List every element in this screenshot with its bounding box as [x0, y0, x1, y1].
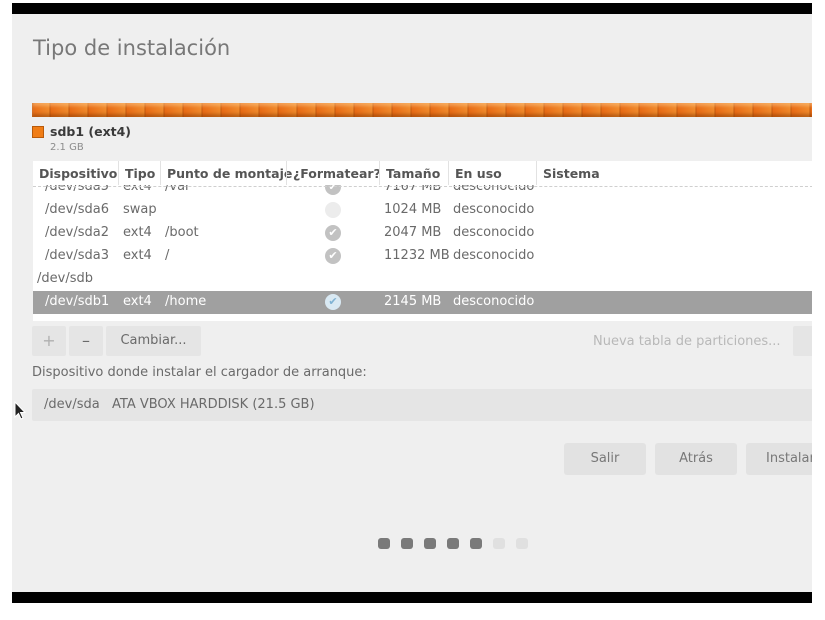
table-row[interactable]: /dev/sda2 ext4 /boot ✔ 2047 MB desconoci… [33, 222, 812, 245]
step-dot [470, 538, 482, 549]
change-partition-button[interactable]: Cambiar... [106, 326, 201, 356]
bootloader-device-select[interactable]: /dev/sda ATA VBOX HARDDISK (21.5 GB) [32, 389, 812, 421]
bootloader-device: /dev/sda [44, 397, 100, 412]
format-checkbox[interactable]: ✔ [325, 225, 341, 241]
new-partition-table-button[interactable]: Nueva tabla de particiones... [593, 334, 781, 349]
cell-size: 2145 MB [384, 294, 442, 309]
column-header-system[interactable]: Sistema [543, 166, 600, 182]
cell-used: desconocido [453, 248, 535, 263]
cell-size: 2047 MB [384, 225, 442, 240]
cell-device: /dev/sda6 [45, 202, 109, 217]
format-checkbox[interactable]: ✔ [325, 248, 341, 264]
step-dot [447, 538, 459, 549]
column-header-format[interactable]: ¿Formatear? [293, 166, 381, 182]
format-checkbox[interactable]: ✔ [325, 202, 341, 218]
back-button[interactable]: Atrás [655, 443, 737, 475]
installer-window: Tipo de instalación sdb1 (ext4) 2.1 GB /… [12, 14, 812, 592]
partition-color-swatch [32, 126, 44, 138]
step-dot [401, 538, 413, 549]
cell-used: desconocido [453, 202, 535, 217]
column-divider [448, 161, 449, 185]
cell-type: ext4 [123, 294, 152, 309]
cell-device: /dev/sdb1 [45, 294, 110, 309]
step-dot [424, 538, 436, 549]
cell-size: 1024 MB [384, 202, 442, 217]
header-divider [33, 186, 812, 187]
bootloader-label: Dispositivo donde instalar el cargador d… [32, 365, 367, 380]
column-divider [379, 161, 380, 185]
quit-button[interactable]: Salir [564, 443, 646, 475]
column-divider [286, 161, 287, 185]
column-header-used[interactable]: En uso [455, 166, 502, 182]
step-dot [516, 538, 528, 549]
column-divider [160, 161, 161, 185]
cell-type: ext4 [123, 225, 152, 240]
step-dot [493, 538, 505, 549]
cell-mount: /boot [165, 225, 199, 240]
cell-used: desconocido [453, 294, 535, 309]
add-partition-button[interactable]: + [32, 326, 66, 356]
column-header-type[interactable]: Tipo [125, 166, 155, 182]
mouse-pointer-icon [14, 401, 26, 420]
cell-mount: / [165, 248, 170, 263]
cell-device: /dev/sdb [37, 271, 93, 286]
revert-button-label: I [811, 334, 812, 349]
disk-group-row[interactable]: /dev/sdb [33, 268, 812, 291]
step-dot [378, 538, 390, 549]
bottom-border [12, 592, 812, 603]
column-header-size[interactable]: Tamaño [386, 166, 440, 182]
top-border [12, 3, 812, 14]
table-row[interactable]: /dev/sda6 swap ✔ 1024 MB desconocido [33, 199, 812, 222]
partition-legend-size: 2.1 GB [50, 142, 84, 153]
column-header-device[interactable]: Dispositivo [39, 166, 117, 182]
remove-partition-button[interactable]: – [69, 326, 103, 356]
cell-type: ext4 [123, 248, 152, 263]
table-header: Dispositivo Tipo Punto de montaje ¿Forma… [33, 161, 812, 187]
column-header-mount[interactable]: Punto de montaje [167, 166, 292, 182]
table-row[interactable]: /dev/sda3 ext4 / ✔ 11232 MB desconocido [33, 245, 812, 268]
cell-size: 11232 MB [384, 248, 450, 263]
column-divider [118, 161, 119, 185]
cell-used: desconocido [453, 225, 535, 240]
partition-bar [32, 103, 812, 117]
revert-button[interactable] [793, 326, 812, 356]
install-button[interactable]: Instalar [746, 443, 812, 475]
bootloader-disk: ATA VBOX HARDDISK (21.5 GB) [112, 397, 315, 412]
partition-table[interactable]: /dev/sda5 ext4 /var ✔ 7167 MB desconocid… [33, 161, 812, 321]
column-divider [536, 161, 537, 185]
cell-type: swap [123, 202, 157, 217]
format-checkbox[interactable]: ✔ [325, 294, 341, 310]
cell-mount: /home [165, 294, 207, 309]
cell-device: /dev/sda3 [45, 248, 109, 263]
cell-device: /dev/sda2 [45, 225, 109, 240]
page-title: Tipo de instalación [33, 36, 231, 60]
table-row-selected[interactable]: /dev/sdb1 ext4 /home ✔ 2145 MB desconoci… [33, 291, 812, 314]
partition-legend-label: sdb1 (ext4) [50, 124, 132, 139]
